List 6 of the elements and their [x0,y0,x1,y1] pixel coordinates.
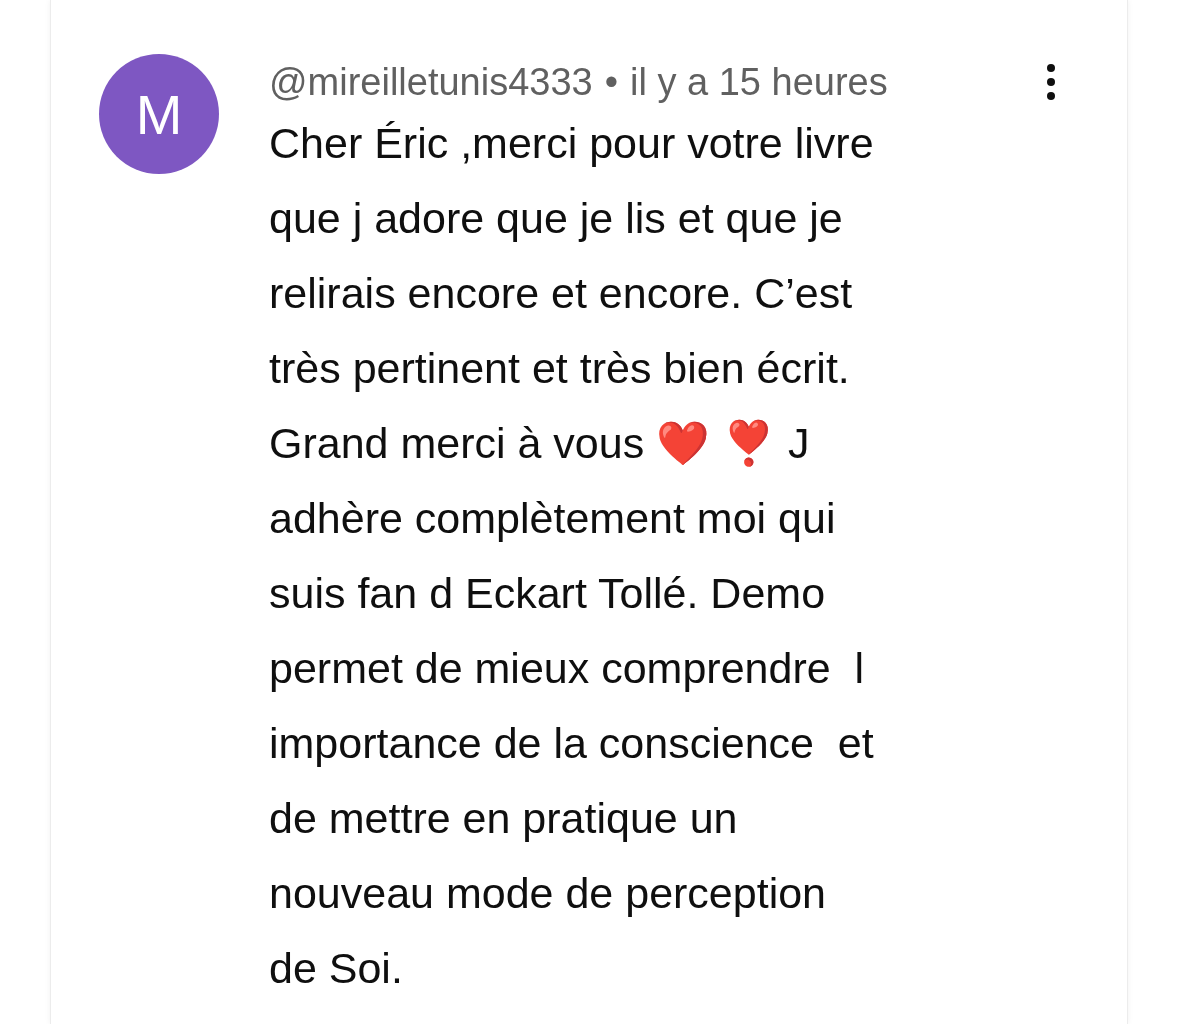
comment-time[interactable]: il y a 15 heures [630,60,888,104]
comment-text: Cher Éric ,merci pour votre livre que j adore que je lis et que je relirais encore et encore. C’est très pertinent et très bien écrit. Grand merci à vous ❤ ❣ J adhère complètement moi qui suis fan d Eckart Tollé. Demo permet de mieux comprendre l importance de la conscience et de mettre en pratique un nouveau mode de perception de Soi. [269,118,875,994]
avatar[interactable]: M [99,54,219,174]
more-options-icon[interactable] [1045,62,1057,102]
separator-dot: • [604,60,619,104]
author-name[interactable]: @mireilletunis4333 [269,60,593,104]
